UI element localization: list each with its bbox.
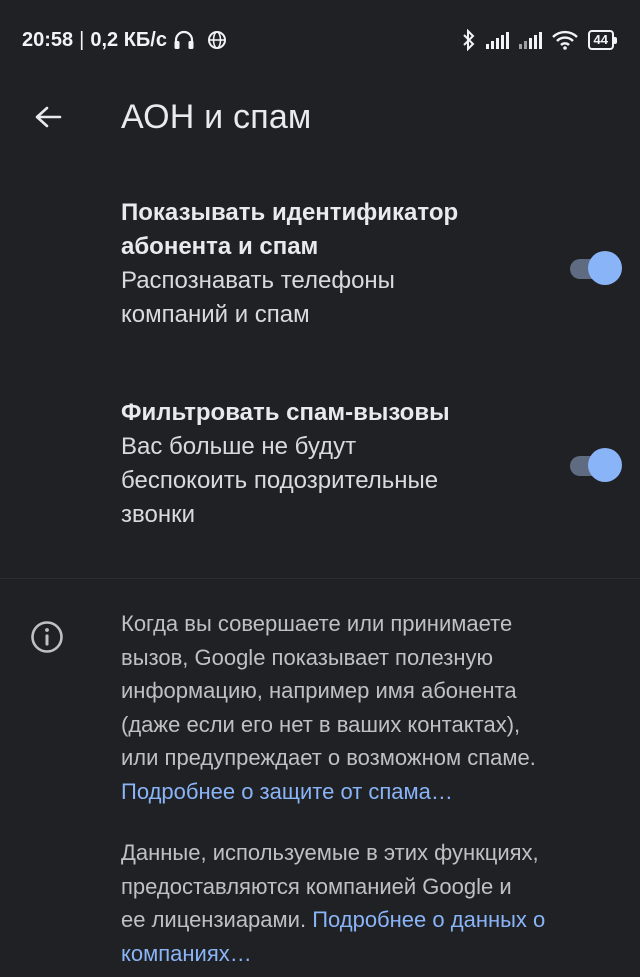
setting-summary-line: Вас больше не будут bbox=[121, 433, 357, 460]
info-paragraph-data: Данные, используемые в этих функциях, пр… bbox=[121, 836, 601, 970]
setting-summary-line: звонки bbox=[121, 501, 195, 528]
info-paragraph-spam: Когда вы совершаете или принимаете вызов… bbox=[121, 607, 601, 808]
toggle-thumb bbox=[588, 251, 622, 285]
info-icon bbox=[30, 620, 64, 654]
app-bar: АОН и спам bbox=[0, 80, 640, 154]
info-line: ее лицензиарами. bbox=[121, 907, 307, 932]
bluetooth-icon bbox=[462, 29, 476, 51]
filter-spam-toggle[interactable] bbox=[568, 448, 622, 482]
status-time: 20:58 bbox=[22, 28, 74, 51]
page-title: АОН и спам bbox=[121, 97, 312, 136]
business-data-link-cont[interactable]: компаниях… bbox=[121, 941, 252, 966]
setting-summary-line: беспокоить подозрительные bbox=[121, 467, 439, 494]
info-line: или предупреждает о возможном спаме. bbox=[121, 745, 536, 770]
setting-summary-line: компаний и спам bbox=[121, 301, 310, 328]
status-separator: | bbox=[79, 28, 85, 51]
setting-caller-id-spam[interactable]: Показывать идентификатор абонента и спам… bbox=[0, 196, 640, 346]
cell-signal-icon-2 bbox=[518, 31, 542, 49]
arrow-back-icon bbox=[34, 105, 62, 129]
info-line: предоставляются компанией Google и bbox=[121, 873, 512, 899]
status-left: 20:58 | 0,2 КБ/с bbox=[22, 29, 227, 52]
info-line: Когда вы совершаете или принимаете bbox=[121, 611, 513, 636]
status-right: 44 bbox=[462, 29, 618, 51]
status-bar: 20:58 | 0,2 КБ/с 44 bbox=[0, 0, 640, 80]
business-data-link[interactable]: Подробнее о данных о bbox=[312, 907, 545, 932]
info-line: информацию, например имя абонента bbox=[121, 678, 517, 703]
battery-indicator: 44 bbox=[587, 30, 618, 50]
info-line: вызов, Google показывает полезную bbox=[121, 644, 494, 670]
section-divider bbox=[0, 578, 640, 579]
toggle-thumb bbox=[588, 448, 622, 482]
setting-summary-line: Распознавать телефоны bbox=[121, 267, 395, 294]
caller-id-toggle[interactable] bbox=[568, 251, 622, 285]
info-line: Данные, используемые в этих функциях, bbox=[121, 840, 539, 865]
info-line: (даже если его нет в ваших контактах), bbox=[121, 711, 521, 737]
back-button[interactable] bbox=[24, 93, 72, 141]
spam-protection-link[interactable]: Подробнее о защите от спама… bbox=[121, 779, 453, 804]
wifi-icon bbox=[551, 30, 578, 50]
setting-title-line: абонента и спам bbox=[121, 233, 319, 260]
headphones-icon bbox=[173, 30, 195, 50]
status-net-speed: 0,2 КБ/с bbox=[90, 28, 167, 51]
setting-filter-spam-calls[interactable]: Фильтровать спам-вызовы Вас больше не бу… bbox=[0, 396, 640, 546]
setting-title-line: Фильтровать спам-вызовы bbox=[121, 399, 450, 426]
setting-text: Фильтровать спам-вызовы Вас больше не бу… bbox=[121, 396, 541, 532]
setting-text: Показывать идентификатор абонента и спам… bbox=[121, 196, 541, 332]
setting-title-line: Показывать идентификатор bbox=[121, 199, 459, 226]
cell-signal-icon bbox=[485, 31, 509, 49]
globe-icon bbox=[207, 30, 227, 50]
